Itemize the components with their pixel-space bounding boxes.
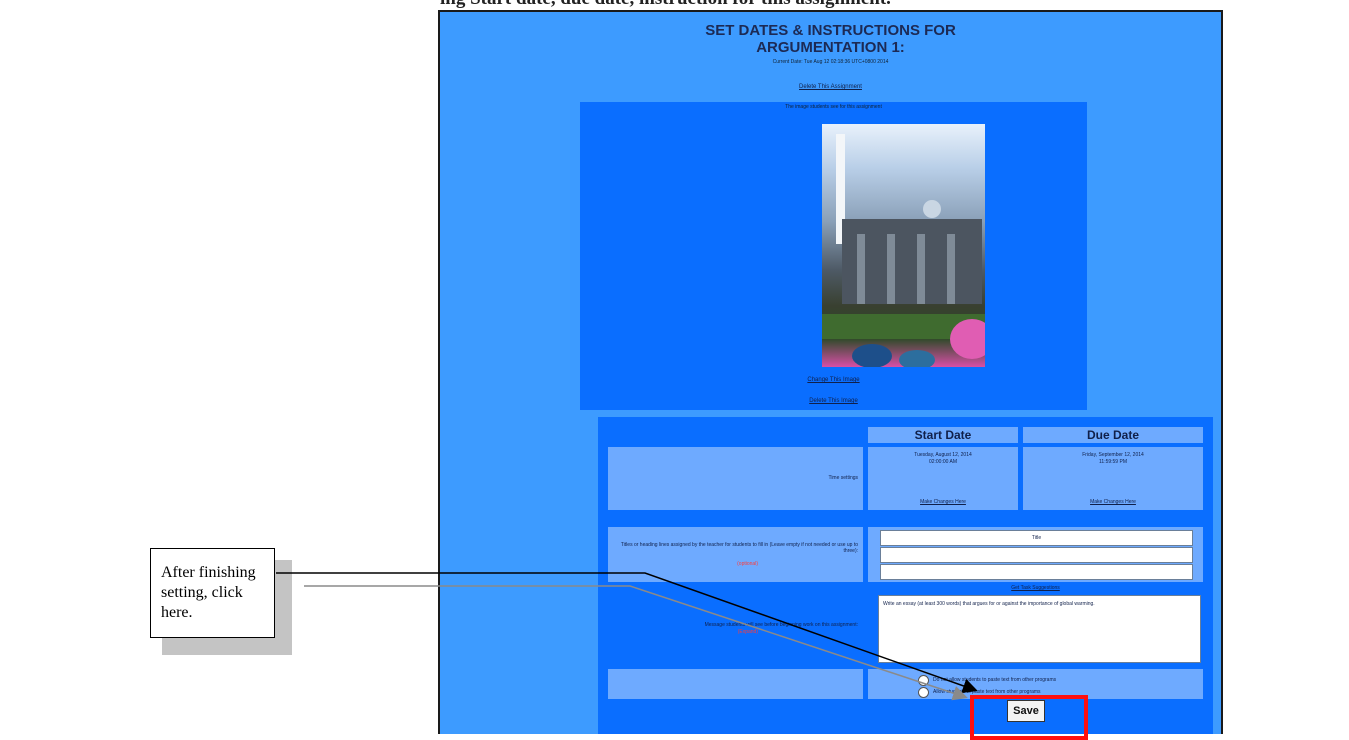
start-date-line1: Tuesday, August 12, 2014	[914, 452, 972, 458]
title-input-1[interactable]: Title	[880, 530, 1193, 546]
titles-label-cell	[608, 527, 863, 582]
start-date-header: Start Date	[914, 428, 972, 442]
settings-table: Start Date Due Date Time settings Tuesda…	[598, 417, 1213, 734]
page-title-line1: SET DATES & INSTRUCTIONS FOR	[705, 22, 956, 39]
instructions-text: Write an essay (at least 300 words) that…	[883, 601, 1095, 607]
title-column-header: Title	[1031, 535, 1042, 541]
due-date-line2: 11:59:59 PM	[1099, 459, 1127, 465]
instructions-optional: (Expand)	[737, 629, 758, 635]
instructions-textarea[interactable]: Write an essay (at least 300 words) that…	[878, 595, 1201, 663]
change-image-link[interactable]: Change This Image	[580, 377, 1087, 383]
title-input-3[interactable]	[880, 564, 1193, 580]
disallow-paste-radio[interactable]	[918, 675, 929, 686]
assignment-photo	[822, 124, 985, 367]
allow-paste-radio[interactable]	[918, 687, 929, 698]
delete-assignment-link[interactable]: Delete This Assignment	[440, 84, 1221, 90]
paste-options-label-cell	[608, 669, 863, 699]
instruction-callout: After finishing setting, click here.	[150, 548, 275, 638]
current-date: Current Date: Tue Aug 12 02:18:36 UTC+08…	[772, 59, 889, 65]
assignment-settings-panel: SET DATES & INSTRUCTIONS FOR ARGUMENTATI…	[438, 10, 1223, 734]
title-input-2[interactable]	[880, 547, 1193, 563]
instructions-label: Message students will see before beginni…	[704, 622, 858, 628]
start-date-make-changes[interactable]: Make Changes Here	[868, 499, 1018, 505]
due-date-make-changes[interactable]: Make Changes Here	[1023, 499, 1203, 505]
image-caption: The image students see for this assignme…	[785, 104, 882, 110]
document-heading: ing Start date, due date, instruction fo…	[440, 0, 1100, 10]
task-suggestions-link[interactable]: Get Task Suggestions	[868, 585, 1203, 591]
image-panel: The image students see for this assignme…	[580, 102, 1087, 410]
page-title-line2: ARGUMENTATION 1:	[756, 39, 905, 56]
disallow-paste-label: Do not allow students to paste text from…	[933, 677, 1057, 683]
callout-text: After finishing setting, click here.	[161, 564, 256, 621]
start-date-line2: 02:00:00 AM	[928, 459, 958, 465]
due-date-header: Due Date	[1086, 428, 1139, 442]
titles-optional: (optional)	[737, 561, 758, 567]
delete-image-link[interactable]: Delete This Image	[580, 398, 1087, 404]
due-date-line1: Friday, September 12, 2014	[1082, 452, 1144, 458]
time-settings-label: Time settings	[828, 475, 858, 481]
save-highlight-box	[970, 695, 1088, 740]
titles-label: Titles or heading lines assigned by the …	[620, 542, 858, 554]
